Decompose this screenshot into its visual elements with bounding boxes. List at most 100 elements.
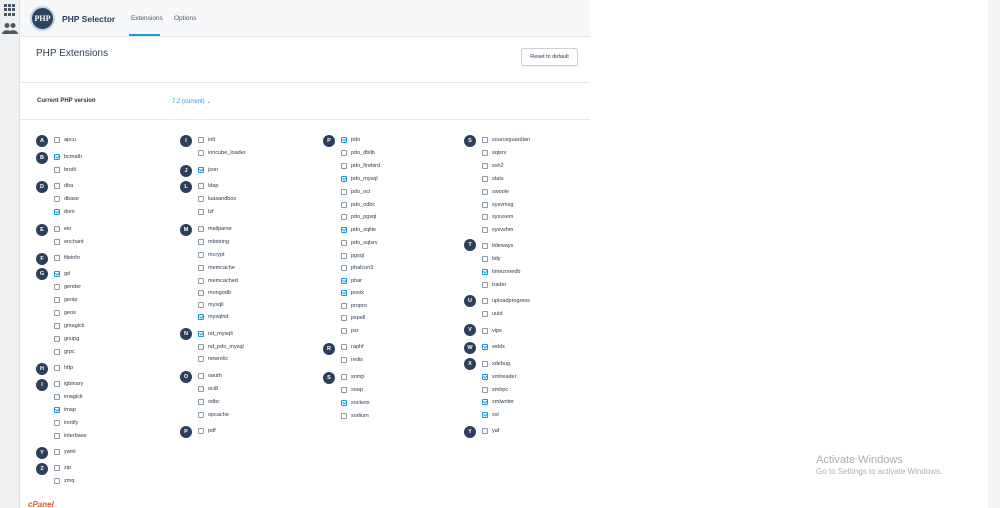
extension-checkbox[interactable] [341,373,347,380]
extension-item[interactable]: uuid [482,309,502,318]
extension-checkbox[interactable] [482,201,488,208]
extension-item[interactable]: xmlrpc [482,385,508,394]
extension-checkbox[interactable] [482,360,488,367]
extension-checkbox[interactable] [54,296,60,303]
extension-item[interactable]: ssh2 [482,161,504,170]
extension-checkbox[interactable] [482,327,488,334]
extension-item[interactable]: ioncube_loader [198,148,246,157]
extension-checkbox[interactable] [198,289,204,296]
extension-item[interactable]: pdo [341,135,360,144]
extension-item[interactable]: sysvshm [482,225,513,234]
extension-checkbox[interactable] [198,398,204,405]
extension-item[interactable]: sockets [341,398,370,407]
extension-item[interactable]: json [198,165,218,174]
extension-item[interactable]: mysqli [198,300,224,309]
extension-item[interactable]: vips [482,326,502,335]
extension-checkbox[interactable] [341,149,347,156]
extension-checkbox[interactable] [482,373,488,380]
extension-item[interactable]: propro [341,301,367,310]
extension-checkbox[interactable] [54,238,60,245]
extension-checkbox[interactable] [198,313,204,320]
extension-item[interactable]: yaml [54,447,76,456]
extension-item[interactable]: nd_mysqli [198,329,233,338]
extension-item[interactable]: pdo_oci [341,187,370,196]
extension-item[interactable]: imap [54,405,76,414]
extension-checkbox[interactable] [482,343,488,350]
extension-item[interactable]: oci8 [198,384,218,393]
extension-item[interactable]: zip [54,463,71,472]
extension-item[interactable]: ldap [198,181,218,190]
extension-item[interactable]: psr [341,326,359,335]
extension-checkbox[interactable] [198,277,204,284]
extension-item[interactable]: imagick [54,392,83,401]
extension-item[interactable]: soap [341,385,363,394]
extension-item[interactable]: odbc [198,397,220,406]
extension-item[interactable]: snmp [341,372,364,381]
extension-checkbox[interactable] [341,314,347,321]
extension-item[interactable]: uploadprogress [482,296,530,305]
extension-checkbox[interactable] [341,201,347,208]
extension-checkbox[interactable] [341,264,347,271]
extension-checkbox[interactable] [198,149,204,156]
extension-item[interactable]: memcached [198,276,238,285]
extension-checkbox[interactable] [54,448,60,455]
extension-checkbox[interactable] [54,309,60,316]
extension-item[interactable]: geoip [54,295,77,304]
extension-item[interactable]: pspell [341,313,365,322]
extension-item[interactable]: sysvsem [482,212,513,221]
extension-checkbox[interactable] [54,464,60,471]
extension-item[interactable]: luasandbox [198,194,236,203]
extension-checkbox[interactable] [198,427,204,434]
extension-checkbox[interactable] [198,372,204,379]
extension-checkbox[interactable] [198,264,204,271]
extension-item[interactable]: brotli [54,165,76,174]
tab-extensions[interactable]: Extensions [131,15,163,22]
extension-item[interactable]: dom [54,207,75,216]
extension-item[interactable]: fileinfo [54,253,80,262]
extension-item[interactable]: dba [54,181,73,190]
extension-checkbox[interactable] [341,162,347,169]
extension-checkbox[interactable] [54,136,60,143]
extension-checkbox[interactable] [341,252,347,259]
extension-checkbox[interactable] [198,355,204,362]
extension-item[interactable]: redis [341,355,363,364]
extension-checkbox[interactable] [54,225,60,232]
extension-checkbox[interactable] [54,393,60,400]
extension-item[interactable]: phalcon3 [341,263,373,272]
extension-checkbox[interactable] [54,166,60,173]
extension-item[interactable]: gender [54,282,81,291]
extension-item[interactable]: posix [341,288,364,297]
extension-item[interactable]: gnupg [54,334,79,343]
tab-options[interactable]: Options [174,15,196,22]
extension-item[interactable]: enchant [54,237,84,246]
extension-checkbox[interactable] [54,322,60,329]
extension-item[interactable]: opcache [198,410,229,419]
extension-checkbox[interactable] [341,226,347,233]
extension-item[interactable]: pdo_dblib [341,148,375,157]
extension-item[interactable]: intl [198,135,215,144]
extension-item[interactable]: mbstring [198,237,229,246]
extension-checkbox[interactable] [198,251,204,258]
extension-checkbox[interactable] [198,182,204,189]
extension-checkbox[interactable] [198,195,204,202]
extension-item[interactable]: xmlwriter [482,397,514,406]
extension-checkbox[interactable] [54,419,60,426]
extension-item[interactable]: memcache [198,263,235,272]
extension-checkbox[interactable] [198,385,204,392]
apps-grid-icon[interactable] [4,4,16,16]
users-icon[interactable] [2,22,18,34]
extension-checkbox[interactable] [54,364,60,371]
extension-checkbox[interactable] [341,239,347,246]
extension-item[interactable]: raphf [341,342,364,351]
extension-item[interactable]: mcrypt [198,250,225,259]
extension-item[interactable]: xdebug [482,359,510,368]
extension-checkbox[interactable] [54,182,60,189]
extension-item[interactable]: tideways [482,241,513,250]
extension-item[interactable]: zmq [54,476,74,485]
extension-item[interactable]: mongodb [198,288,231,297]
extension-item[interactable]: gmagick [54,321,84,330]
extension-checkbox[interactable] [482,242,488,249]
extension-checkbox[interactable] [482,411,488,418]
extension-checkbox[interactable] [482,136,488,143]
extension-item[interactable]: newrelic [198,354,228,363]
